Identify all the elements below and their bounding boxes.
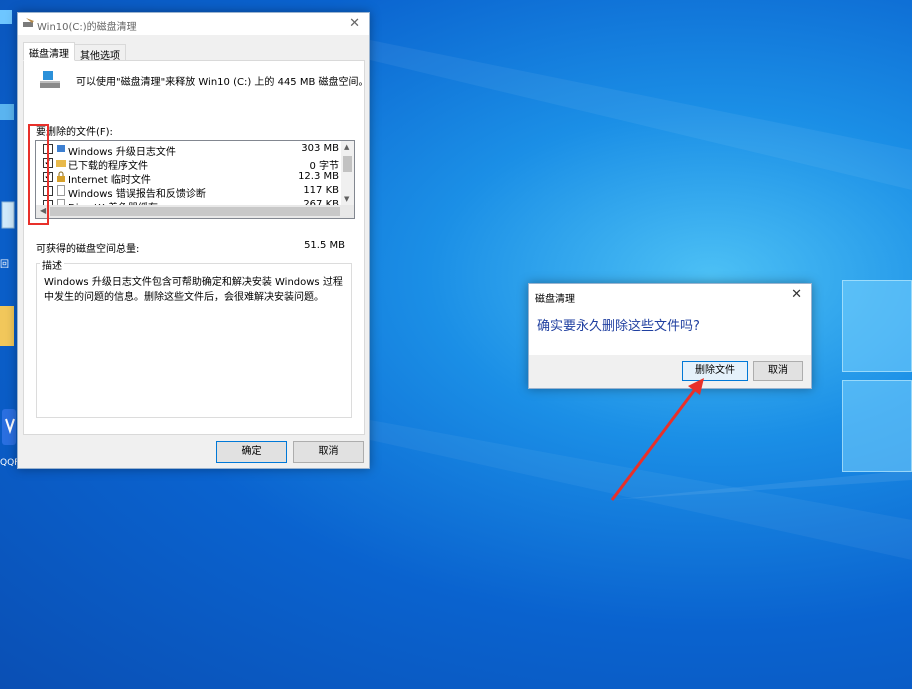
ok-button[interactable]: 确定 <box>216 441 287 463</box>
delete-files-button[interactable]: 删除文件 <box>682 361 748 381</box>
files-vertical-scrollbar[interactable]: ▲ ▼ <box>341 141 354 205</box>
description-legend: 描述 <box>40 257 64 272</box>
window-titlebar[interactable]: Win10(C:)的磁盘清理 ✕ <box>18 13 369 35</box>
tab-panel: 可以使用"磁盘清理"来释放 Win10 (C:) 上的 445 MB 磁盘空间。… <box>23 60 369 435</box>
windows-logo-pane-top <box>842 280 912 372</box>
lock-icon <box>57 171 65 182</box>
dialog-cancel-button[interactable]: 取消 <box>753 361 803 381</box>
folder-icon <box>56 160 66 167</box>
file-size: 12.3 MB <box>298 171 339 182</box>
cancel-button[interactable]: 取消 <box>293 441 364 463</box>
dialog-close-icon[interactable]: ✕ <box>791 287 802 302</box>
file-icon <box>57 185 65 196</box>
scroll-up-icon[interactable]: ▲ <box>344 143 349 151</box>
horizontal-scroll-thumb[interactable] <box>50 207 340 216</box>
file-size: 117 KB <box>303 185 339 196</box>
tab-disk-cleanup[interactable]: 磁盘清理 <box>23 42 75 61</box>
disk-cleanup-window: Win10(C:)的磁盘清理 ✕ 磁盘清理 其他选项 可以使用"磁盘清理"来释放… <box>17 12 370 469</box>
files-list[interactable]: Windows 升级日志文件 303 MB ✓ 已下载的程序文件 0 字节 ✓ … <box>35 140 355 219</box>
drive-cleanup-icon <box>40 71 60 88</box>
confirm-delete-dialog: 磁盘清理 ✕ 确实要永久删除这些文件吗? 删除文件 取消 <box>528 283 812 389</box>
windows-log-icon <box>57 145 65 152</box>
free-space-info: 可以使用"磁盘清理"来释放 Win10 (C:) 上的 445 MB 磁盘空间。 <box>76 77 369 88</box>
description-text: Windows 升级日志文件包含可帮助确定和解决安装 Windows 过程中发生… <box>44 277 343 303</box>
window-close-icon[interactable]: ✕ <box>349 16 360 31</box>
scroll-down-icon[interactable]: ▼ <box>344 195 349 203</box>
list-item[interactable]: Windows 升级日志文件 303 MB <box>36 142 343 158</box>
desktop-label-recycle: 回 <box>0 260 10 270</box>
vertical-scroll-thumb[interactable] <box>343 156 352 172</box>
files-horizontal-scrollbar[interactable]: ◀ <box>36 205 354 218</box>
list-item[interactable]: ✓ Internet 临时文件 12.3 MB <box>36 170 343 186</box>
dialog-title: 磁盘清理 <box>535 294 575 305</box>
dialog-footer: 删除文件 取消 <box>529 355 811 388</box>
window-title: Win10(C:)的磁盘清理 <box>37 22 137 33</box>
file-size: 303 MB <box>301 143 339 154</box>
list-item[interactable]: ✓ 已下载的程序文件 0 字节 <box>36 156 343 172</box>
list-item[interactable]: Windows 错误报告和反馈诊断 117 KB <box>36 184 343 200</box>
disk-cleanup-app-icon <box>23 18 34 27</box>
total-space-value: 51.5 MB <box>304 240 345 251</box>
windows-logo-pane-bottom <box>842 380 912 472</box>
tab-more-options[interactable]: 其他选项 <box>74 44 126 62</box>
total-space-label: 可获得的磁盘空间总量: <box>36 244 140 255</box>
checkbox-highlight-box <box>28 124 49 225</box>
dialog-message: 确实要永久删除这些文件吗? <box>537 319 700 334</box>
